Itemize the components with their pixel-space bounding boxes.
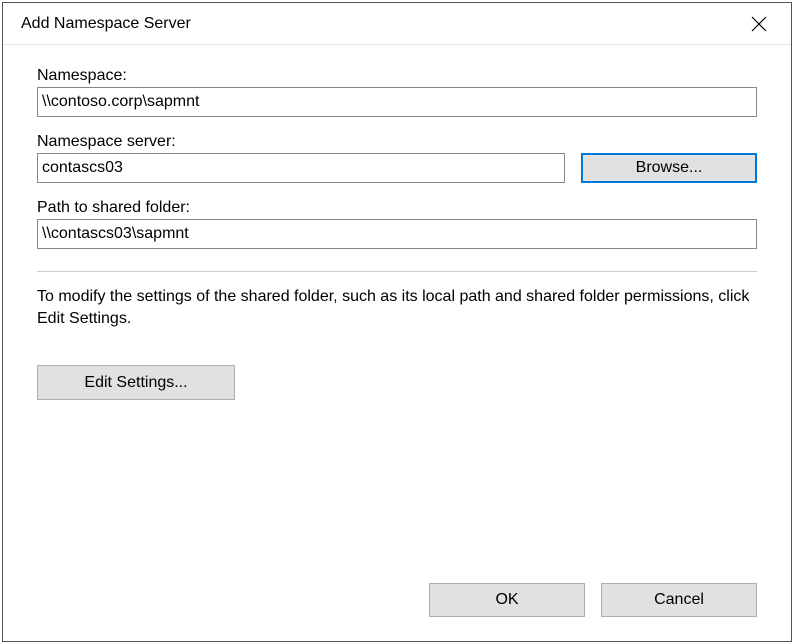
- cancel-button[interactable]: Cancel: [601, 583, 757, 617]
- namespace-server-label: Namespace server:: [37, 133, 757, 151]
- close-icon: [751, 16, 767, 32]
- dialog-content: Namespace: Namespace server: Browse... P…: [3, 45, 791, 641]
- edit-settings-button[interactable]: Edit Settings...: [37, 365, 235, 400]
- namespace-server-group: Namespace server: Browse...: [37, 133, 757, 183]
- shared-path-label: Path to shared folder:: [37, 199, 757, 217]
- close-button[interactable]: [739, 4, 779, 44]
- dialog-button-row: OK Cancel: [429, 583, 757, 617]
- shared-path-group: Path to shared folder:: [37, 199, 757, 249]
- namespace-server-field[interactable]: [37, 153, 565, 183]
- dialog-window: Add Namespace Server Namespace: Namespac…: [2, 2, 792, 642]
- browse-button[interactable]: Browse...: [581, 153, 757, 183]
- namespace-group: Namespace:: [37, 67, 757, 117]
- namespace-field[interactable]: [37, 87, 757, 117]
- dialog-title: Add Namespace Server: [21, 15, 191, 33]
- ok-button[interactable]: OK: [429, 583, 585, 617]
- namespace-server-row: Browse...: [37, 153, 757, 183]
- titlebar: Add Namespace Server: [3, 3, 791, 45]
- namespace-label: Namespace:: [37, 67, 757, 85]
- shared-path-field[interactable]: [37, 219, 757, 249]
- divider: [37, 271, 757, 272]
- help-text: To modify the settings of the shared fol…: [37, 286, 757, 329]
